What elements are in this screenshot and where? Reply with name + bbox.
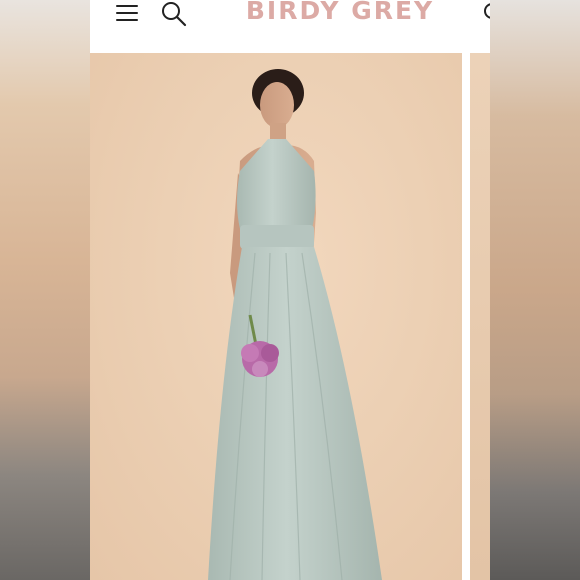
blurred-backdrop-right <box>490 0 580 580</box>
product-page: BIRDY GREY <box>90 0 490 580</box>
brand-logo[interactable]: BIRDY GREY <box>240 0 440 25</box>
blurred-backdrop-left <box>0 0 90 580</box>
model-in-dress-image <box>208 69 382 580</box>
search-icon[interactable] <box>160 0 188 28</box>
next-product-photo-peek[interactable] <box>470 53 490 580</box>
account-icon[interactable] <box>482 2 490 26</box>
menu-icon[interactable] <box>116 5 138 21</box>
site-header: BIRDY GREY <box>90 0 490 52</box>
product-photo[interactable] <box>90 53 462 580</box>
